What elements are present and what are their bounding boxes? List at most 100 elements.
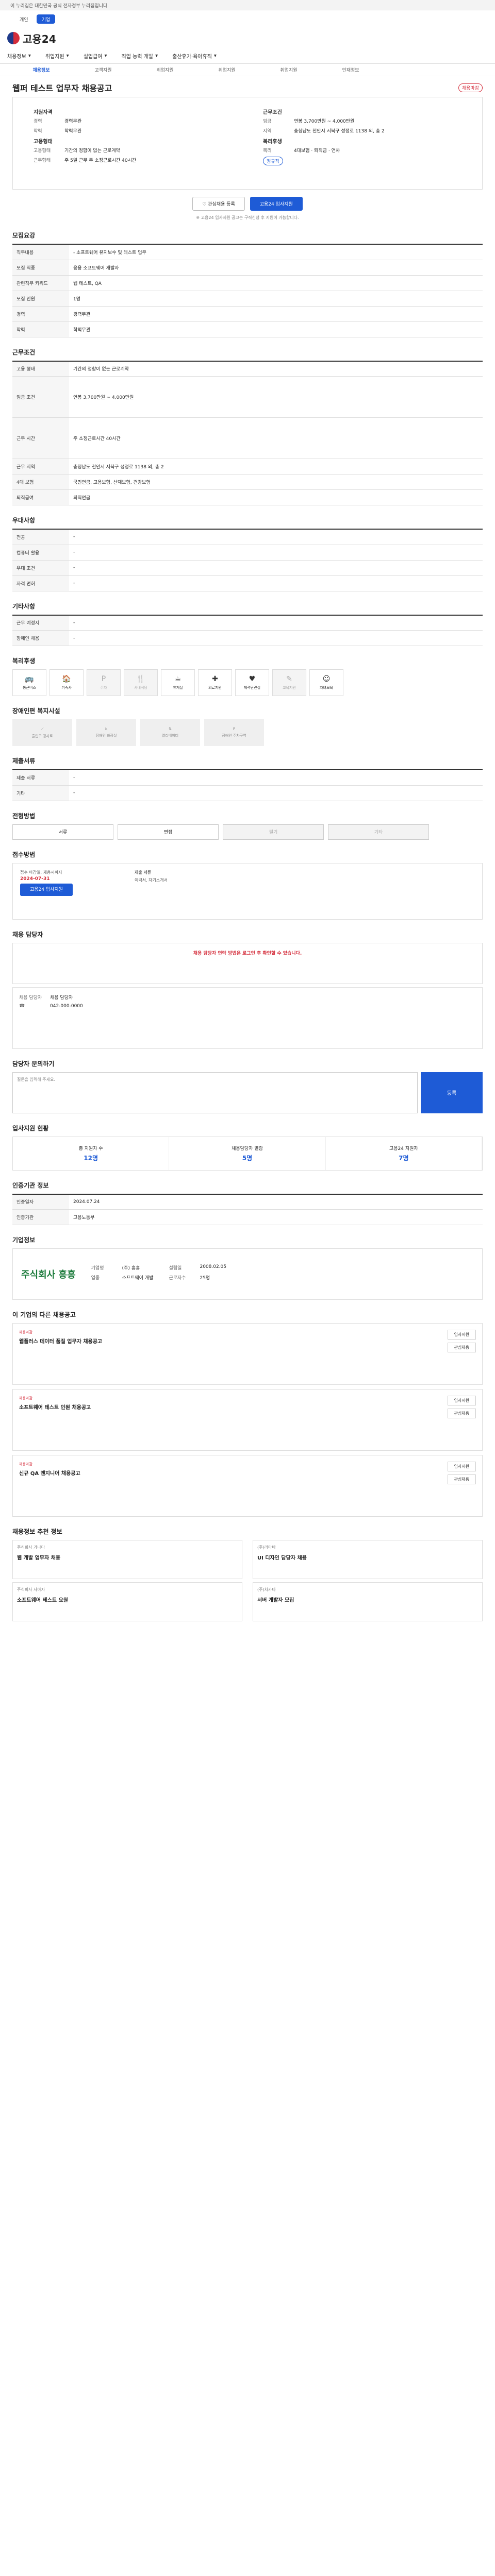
subnav-item[interactable]: 인재정보	[320, 66, 382, 73]
cell-label: 경력	[12, 306, 69, 322]
cell-value: -	[69, 785, 483, 801]
kv-value: 소프트웨어 개발	[122, 1276, 154, 1281]
apply-button[interactable]: 고용24 입사지원	[20, 883, 73, 896]
table-row: 관련직무 키워드 웹 테스트, QA	[12, 275, 483, 291]
recommend-card[interactable]: (주)차카타 서버 개발자 모집	[253, 1582, 483, 1621]
nav-item-training[interactable]: 직업 능력 개발 ▾	[122, 52, 158, 60]
table-row: 임금 조건 연봉 3,700만원 ~ 4,000만원	[12, 376, 483, 418]
disabled-facility-item: ♿ 장애인 화장실	[76, 719, 136, 746]
section-title: 모집요강	[12, 232, 36, 239]
education-icon: ✎	[286, 675, 292, 683]
cell-value: -	[69, 575, 483, 591]
nav-item-leave[interactable]: 출산휴가·육아휴직 ▾	[172, 52, 217, 60]
table-row: 모집 인원 1명	[12, 291, 483, 307]
scrap-button[interactable]: 관심채용	[447, 1409, 476, 1418]
cell-label: 퇴직급여	[12, 489, 69, 505]
cell-label: 근무 지역	[12, 459, 69, 474]
table-row: 근무 예정지 -	[12, 615, 483, 631]
job-title-link[interactable]: 웹플러스 데이터 품질 업무자 채용공고	[19, 1337, 102, 1345]
subnav-item[interactable]: 취업지원	[196, 66, 258, 73]
cell-label: 장애인 채용	[12, 630, 69, 646]
user-type-tabs: 개인 기업	[0, 10, 495, 28]
apply-button[interactable]: 고용24 입사지원	[250, 197, 303, 211]
job-title-link[interactable]: 소프트웨어 테스트 인원 채용공고	[19, 1403, 91, 1411]
table-row: 고용 형태 기간의 정함이 없는 근로계약	[12, 361, 483, 377]
kv-value: 학력무관	[64, 129, 82, 134]
lounge-icon: ☕	[174, 675, 182, 683]
recommend-list: 주식회사 사아자 소프트웨어 테스트 요원 (주)차카타 서버 개발자 모집	[12, 1582, 483, 1621]
table-row: 근무 지역 충청남도 천안시 서북구 성정로 1138 외, 총 2	[12, 459, 483, 474]
toilet-icon: ♿	[104, 727, 108, 731]
list-item[interactable]: 채용마감 소프트웨어 테스트 인원 채용공고 입사지원 관심채용	[12, 1389, 483, 1451]
apply-stats: 총 지원자 수 12명 채용담당자 열람 5명 고용24 지원자 7명	[12, 1136, 483, 1171]
apply-button[interactable]: 입사지원	[447, 1396, 476, 1405]
facility-item: P 주차	[87, 669, 121, 696]
bus-icon: 🚌	[25, 675, 34, 683]
ramp-icon: ⟋	[41, 726, 44, 731]
gov-notice-bar: 이 누리집은 대한민국 공식 전자정부 누리집입니다.	[0, 0, 495, 10]
logo-icon	[7, 32, 20, 44]
cell-value: 충청남도 천안시 서북구 성정로 1138 외, 총 2	[69, 459, 483, 474]
kv-value: 25명	[200, 1276, 210, 1281]
section-title: 이 기업의 다른 채용공고	[12, 1311, 76, 1318]
section-title: 기타사항	[12, 602, 36, 610]
inquiry-submit-button[interactable]: 등록	[421, 1072, 483, 1113]
section-title: 우대사항	[12, 517, 36, 524]
process-step: 면접	[118, 824, 219, 840]
scrap-button[interactable]: 관심채용	[447, 1475, 476, 1484]
table-row: 제출 서류 -	[12, 770, 483, 786]
kv-label: 설립일	[169, 1266, 182, 1271]
recruit-table: 직무내용 - 소프트웨어 유지보수 및 테스트 업무 모집 직종 응용 소프트웨어 …	[12, 244, 483, 337]
section-title: 복리후생	[12, 657, 36, 665]
kv-label: 복리	[263, 148, 272, 154]
status-badge: 채용마감	[19, 1462, 32, 1466]
site-logo[interactable]: 고용24	[7, 31, 56, 46]
phone-icon: ☎	[19, 1003, 25, 1009]
cell-label: 전공	[12, 529, 69, 545]
scrap-button[interactable]: ♡ 관심채용 등록	[192, 197, 245, 211]
facility-item: ✎ 교육지원	[272, 669, 306, 696]
inquiry-textarea[interactable]: 질문을 입력해 주세요.	[12, 1072, 418, 1113]
apply-method: 접수 마감일: 채용시까지	[20, 870, 62, 875]
apply-button[interactable]: 입사지원	[447, 1462, 476, 1471]
list-item[interactable]: 채용마감신규 QA 엔지니어 채용공고 입사지원관심채용	[12, 1455, 483, 1517]
recommend-card[interactable]: 주식회사 가나다 웹 개발 업무자 채용	[12, 1540, 242, 1579]
cell-value: 연봉 3,700만원 ~ 4,000만원	[69, 376, 483, 418]
cell-value: -	[69, 770, 483, 786]
recommend-card[interactable]: 주식회사 사아자 소프트웨어 테스트 요원	[12, 1582, 242, 1621]
list-item[interactable]: 채용마감 웹플러스 데이터 품질 업무자 채용공고 입사지원 관심채용	[12, 1323, 483, 1385]
facility-grid: 🚌 통근버스 🏠 기숙사 P 주차 🍴 사내식당 ☕ 휴게실 ✚ 의료지원 ♥ 체력단련실 ✎…	[12, 669, 404, 696]
cell-value: 경력무관	[69, 306, 483, 322]
gov-notice-text: 이 누리집은 대한민국 공식 전자정부 누리집입니다.	[10, 4, 109, 9]
scrap-button[interactable]: 관심채용	[447, 1343, 476, 1352]
apply-button[interactable]: 입사지원	[447, 1330, 476, 1340]
cell-label: 인증기관	[12, 1209, 69, 1225]
table-row: 경력 경력무관	[12, 306, 483, 322]
subnav-item[interactable]: 채용정보	[10, 66, 72, 73]
section-title: 채용 담당자	[12, 930, 43, 938]
kv-value: 충청남도 천안시 서북구 성정로 1138 외, 총 2	[294, 129, 385, 134]
medical-icon: ✚	[212, 675, 218, 683]
kv-value: 경력무관	[64, 119, 82, 124]
subnav-item[interactable]: 취업지원	[134, 66, 196, 73]
subnav-item[interactable]: 취업지원	[258, 66, 320, 73]
tab-personal[interactable]: 개인	[14, 14, 34, 24]
kv-label: 임금	[263, 119, 272, 124]
facility-item: 🏠 기숙사	[50, 669, 84, 696]
tab-company[interactable]: 기업	[36, 14, 56, 24]
job-title-link[interactable]: 신규 QA 엔지니어 채용공고	[19, 1469, 80, 1477]
cell-value: -	[69, 545, 483, 561]
section-title: 장애인편 복지시설	[12, 707, 60, 715]
process-step: 기타	[328, 824, 429, 840]
nav-item-jobs[interactable]: 채용정보 ▾	[7, 52, 31, 60]
table-row: 학력 학력무관	[12, 321, 483, 337]
recommend-card[interactable]: (주)라마바 UI 디자인 담당자 채용	[253, 1540, 483, 1579]
nav-item-support[interactable]: 취업지원 ▾	[45, 52, 69, 60]
section-label: 고용형태	[34, 139, 53, 145]
subnav-item[interactable]: 고객지원	[72, 66, 134, 73]
kv-value: 기간의 정함이 없는 근로계약	[64, 148, 120, 154]
cell-label: 우대 조건	[12, 560, 69, 576]
process-steps: 서류 면접 필기 기타	[12, 824, 483, 840]
nav-item-benefit[interactable]: 실업급여 ▾	[84, 52, 107, 60]
cell-label: 자격 면허	[12, 575, 69, 591]
